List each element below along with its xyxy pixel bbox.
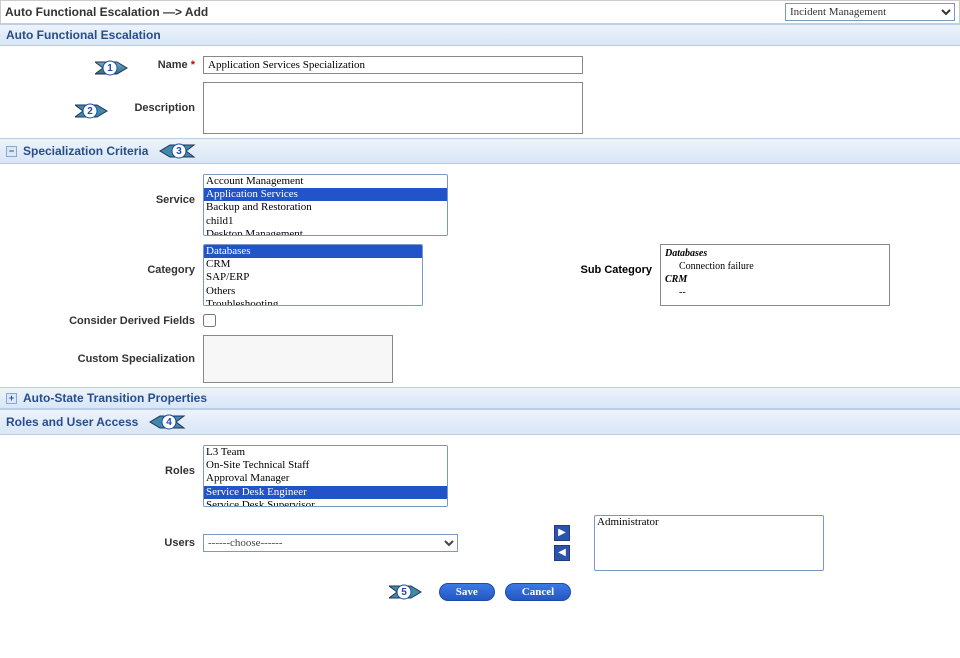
step-badge-3: 3	[154, 142, 198, 160]
step-badge-4: 4	[144, 413, 188, 431]
svg-text:3: 3	[177, 146, 183, 157]
custom-spec-textarea[interactable]	[203, 335, 393, 383]
roles-list[interactable]: L3 TeamOn-Site Technical StaffApproval M…	[203, 445, 448, 507]
users-select[interactable]: ------choose------	[203, 534, 458, 552]
roles-label: Roles	[165, 465, 195, 477]
section-roles-title: Roles and User Access	[6, 415, 138, 429]
users-label: Users	[164, 537, 195, 549]
move-left-button[interactable]: ◀	[554, 545, 570, 561]
svg-text:1: 1	[107, 63, 113, 74]
step-badge-5: 5	[389, 583, 429, 601]
name-input[interactable]	[203, 56, 583, 74]
custom-spec-label: Custom Specialization	[78, 353, 195, 365]
svg-text:4: 4	[167, 417, 173, 428]
collapse-icon[interactable]: −	[6, 146, 17, 157]
subcategory-label: Sub Category	[580, 264, 652, 276]
section-main-header: Auto Functional Escalation	[0, 24, 960, 46]
consider-derived-checkbox[interactable]	[203, 314, 216, 327]
step-badge-2: 2	[75, 102, 115, 120]
save-button[interactable]: Save	[439, 583, 495, 601]
titlebar: Auto Functional Escalation —> Add Incide…	[0, 0, 960, 24]
expand-icon[interactable]: +	[6, 393, 17, 404]
section-main-title: Auto Functional Escalation	[6, 28, 161, 42]
users-assigned-list[interactable]: Administrator	[594, 515, 824, 571]
service-label: Service	[156, 194, 195, 206]
section-auto-state-header: + Auto-State Transition Properties	[0, 387, 960, 409]
step-badge-1: 1	[95, 59, 135, 77]
svg-text:2: 2	[87, 106, 93, 117]
module-select[interactable]: Incident Management	[785, 3, 955, 21]
name-label: Name	[158, 59, 188, 71]
description-label: Description	[134, 102, 195, 114]
description-textarea[interactable]	[203, 82, 583, 134]
required-icon: *	[191, 59, 195, 71]
breadcrumb: Auto Functional Escalation —> Add	[5, 5, 208, 19]
category-list[interactable]: DatabasesCRMSAP/ERPOthersTroubleshooting	[203, 244, 423, 306]
section-roles-header: Roles and User Access 4	[0, 409, 960, 435]
cancel-button[interactable]: Cancel	[505, 583, 571, 601]
move-right-button[interactable]: ▶	[554, 525, 570, 541]
category-label: Category	[147, 264, 195, 276]
consider-derived-label: Consider Derived Fields	[69, 315, 195, 327]
svg-text:5: 5	[401, 587, 407, 598]
section-criteria-header: − Specialization Criteria 3	[0, 138, 960, 164]
section-criteria-title: Specialization Criteria	[23, 144, 148, 158]
service-list[interactable]: Account ManagementApplication ServicesBa…	[203, 174, 448, 236]
section-auto-state-title: Auto-State Transition Properties	[23, 391, 207, 405]
subcategory-list[interactable]: DatabasesConnection failureCRM----	[660, 244, 890, 306]
